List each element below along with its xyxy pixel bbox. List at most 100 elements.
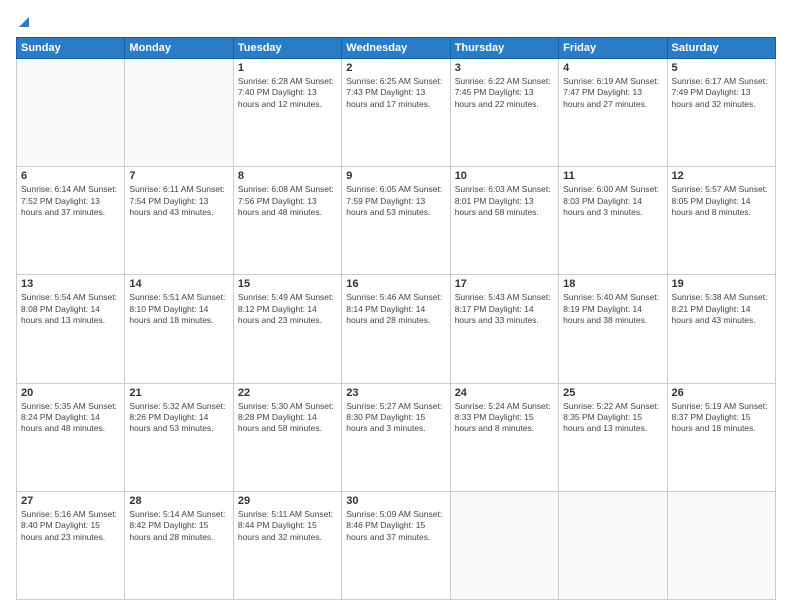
day-number: 23 — [346, 387, 445, 399]
day-number: 10 — [455, 170, 554, 182]
day-number: 24 — [455, 387, 554, 399]
day-info: Sunrise: 6:22 AM Sunset: 7:45 PM Dayligh… — [455, 76, 554, 110]
calendar-cell: 29 Sunrise: 5:11 AM Sunset: 8:44 PM Dayli… — [233, 491, 341, 599]
day-header-wednesday: Wednesday — [342, 37, 450, 58]
day-info: Sunrise: 5:30 AM Sunset: 8:28 PM Dayligh… — [238, 401, 337, 435]
day-info: Sunrise: 5:24 AM Sunset: 8:33 PM Dayligh… — [455, 401, 554, 435]
calendar-cell — [125, 58, 233, 166]
day-info: Sunrise: 5:57 AM Sunset: 8:05 PM Dayligh… — [672, 184, 771, 218]
day-header-monday: Monday — [125, 37, 233, 58]
day-info: Sunrise: 5:54 AM Sunset: 8:08 PM Dayligh… — [21, 292, 120, 326]
day-number: 21 — [129, 387, 228, 399]
calendar-cell: 19 Sunrise: 5:38 AM Sunset: 8:21 PM Dayli… — [667, 275, 775, 383]
day-info: Sunrise: 5:43 AM Sunset: 8:17 PM Dayligh… — [455, 292, 554, 326]
day-number: 5 — [672, 62, 771, 74]
calendar-cell: 22 Sunrise: 5:30 AM Sunset: 8:28 PM Dayli… — [233, 383, 341, 491]
day-number: 29 — [238, 495, 337, 507]
day-number: 12 — [672, 170, 771, 182]
calendar-cell: 1Sunrise: 6:28 AM Sunset: 7:40 PM Daylig… — [233, 58, 341, 166]
calendar-table: SundayMondayTuesdayWednesdayThursdayFrid… — [16, 37, 776, 600]
day-number: 2 — [346, 62, 445, 74]
calendar-cell: 10 Sunrise: 6:03 AM Sunset: 8:01 PM Dayli… — [450, 167, 558, 275]
calendar-cell: 18Sunrise: 5:40 AM Sunset: 8:19 PM Dayli… — [559, 275, 667, 383]
day-info: Sunrise: 5:32 AM Sunset: 8:26 PM Dayligh… — [129, 401, 228, 435]
calendar-header-row: SundayMondayTuesdayWednesdayThursdayFrid… — [17, 37, 776, 58]
day-number: 3 — [455, 62, 554, 74]
calendar-cell: 9 Sunrise: 6:05 AM Sunset: 7:59 PM Daylig… — [342, 167, 450, 275]
calendar-cell: 27Sunrise: 5:16 AM Sunset: 8:40 PM Dayli… — [17, 491, 125, 599]
calendar-cell: 28 Sunrise: 5:14 AM Sunset: 8:42 PM Dayli… — [125, 491, 233, 599]
day-number: 28 — [129, 495, 228, 507]
calendar-cell: 4Sunrise: 6:19 AM Sunset: 7:47 PM Daylig… — [559, 58, 667, 166]
day-info: Sunrise: 6:28 AM Sunset: 7:40 PM Dayligh… — [238, 76, 337, 110]
day-info: Sunrise: 6:08 AM Sunset: 7:56 PM Dayligh… — [238, 184, 337, 218]
calendar-cell: 17Sunrise: 5:43 AM Sunset: 8:17 PM Dayli… — [450, 275, 558, 383]
day-number: 8 — [238, 170, 337, 182]
logo-text — [16, 12, 31, 29]
calendar-cell: 12 Sunrise: 5:57 AM Sunset: 8:05 PM Dayli… — [667, 167, 775, 275]
day-info: Sunrise: 6:25 AM Sunset: 7:43 PM Dayligh… — [346, 76, 445, 110]
week-row-1: 6 Sunrise: 6:14 AM Sunset: 7:52 PM Daylig… — [17, 167, 776, 275]
day-info: Sunrise: 6:03 AM Sunset: 8:01 PM Dayligh… — [455, 184, 554, 218]
calendar-cell: 24 Sunrise: 5:24 AM Sunset: 8:33 PM Dayli… — [450, 383, 558, 491]
day-number: 26 — [672, 387, 771, 399]
calendar-cell: 26 Sunrise: 5:19 AM Sunset: 8:37 PM Dayli… — [667, 383, 775, 491]
day-info: Sunrise: 5:19 AM Sunset: 8:37 PM Dayligh… — [672, 401, 771, 435]
day-info: Sunrise: 5:22 AM Sunset: 8:35 PM Dayligh… — [563, 401, 662, 435]
calendar-cell: 13Sunrise: 5:54 AM Sunset: 8:08 PM Dayli… — [17, 275, 125, 383]
day-info: Sunrise: 6:19 AM Sunset: 7:47 PM Dayligh… — [563, 76, 662, 110]
calendar-cell: 15 Sunrise: 5:49 AM Sunset: 8:12 PM Dayli… — [233, 275, 341, 383]
day-number: 16 — [346, 278, 445, 290]
day-info: Sunrise: 5:09 AM Sunset: 8:46 PM Dayligh… — [346, 509, 445, 543]
calendar-cell: 8 Sunrise: 6:08 AM Sunset: 7:56 PM Daylig… — [233, 167, 341, 275]
day-info: Sunrise: 5:11 AM Sunset: 8:44 PM Dayligh… — [238, 509, 337, 543]
day-info: Sunrise: 5:51 AM Sunset: 8:10 PM Dayligh… — [129, 292, 228, 326]
day-info: Sunrise: 5:46 AM Sunset: 8:14 PM Dayligh… — [346, 292, 445, 326]
day-info: Sunrise: 5:14 AM Sunset: 8:42 PM Dayligh… — [129, 509, 228, 543]
day-number: 7 — [129, 170, 228, 182]
day-header-sunday: Sunday — [17, 37, 125, 58]
calendar-cell: 16 Sunrise: 5:46 AM Sunset: 8:14 PM Dayli… — [342, 275, 450, 383]
day-number: 15 — [238, 278, 337, 290]
week-row-3: 20 Sunrise: 5:35 AM Sunset: 8:24 PM Dayli… — [17, 383, 776, 491]
calendar-cell — [17, 58, 125, 166]
day-info: Sunrise: 6:14 AM Sunset: 7:52 PM Dayligh… — [21, 184, 120, 218]
logo — [16, 12, 31, 29]
week-row-0: 1Sunrise: 6:28 AM Sunset: 7:40 PM Daylig… — [17, 58, 776, 166]
logo-triangle-icon — [17, 15, 31, 29]
day-header-friday: Friday — [559, 37, 667, 58]
calendar-cell: 20 Sunrise: 5:35 AM Sunset: 8:24 PM Dayli… — [17, 383, 125, 491]
day-info: Sunrise: 5:35 AM Sunset: 8:24 PM Dayligh… — [21, 401, 120, 435]
day-info: Sunrise: 6:11 AM Sunset: 7:54 PM Dayligh… — [129, 184, 228, 218]
day-info: Sunrise: 5:40 AM Sunset: 8:19 PM Dayligh… — [563, 292, 662, 326]
calendar-cell: 11 Sunrise: 6:00 AM Sunset: 8:03 PM Dayli… — [559, 167, 667, 275]
calendar-cell: 30 Sunrise: 5:09 AM Sunset: 8:46 PM Dayli… — [342, 491, 450, 599]
calendar-cell: 23 Sunrise: 5:27 AM Sunset: 8:30 PM Dayli… — [342, 383, 450, 491]
week-row-4: 27Sunrise: 5:16 AM Sunset: 8:40 PM Dayli… — [17, 491, 776, 599]
day-info: Sunrise: 5:27 AM Sunset: 8:30 PM Dayligh… — [346, 401, 445, 435]
day-number: 20 — [21, 387, 120, 399]
day-info: Sunrise: 5:49 AM Sunset: 8:12 PM Dayligh… — [238, 292, 337, 326]
calendar-cell: 5 Sunrise: 6:17 AM Sunset: 7:49 PM Daylig… — [667, 58, 775, 166]
day-info: Sunrise: 6:17 AM Sunset: 7:49 PM Dayligh… — [672, 76, 771, 110]
page: SundayMondayTuesdayWednesdayThursdayFrid… — [0, 0, 792, 612]
day-number: 25 — [563, 387, 662, 399]
day-number: 6 — [21, 170, 120, 182]
day-number: 14 — [129, 278, 228, 290]
day-info: Sunrise: 5:38 AM Sunset: 8:21 PM Dayligh… — [672, 292, 771, 326]
day-number: 19 — [672, 278, 771, 290]
day-number: 22 — [238, 387, 337, 399]
day-number: 30 — [346, 495, 445, 507]
calendar-cell: 3 Sunrise: 6:22 AM Sunset: 7:45 PM Daylig… — [450, 58, 558, 166]
day-info: Sunrise: 5:16 AM Sunset: 8:40 PM Dayligh… — [21, 509, 120, 543]
day-number: 11 — [563, 170, 662, 182]
day-number: 9 — [346, 170, 445, 182]
header — [16, 12, 776, 29]
week-row-2: 13Sunrise: 5:54 AM Sunset: 8:08 PM Dayli… — [17, 275, 776, 383]
day-info: Sunrise: 6:05 AM Sunset: 7:59 PM Dayligh… — [346, 184, 445, 218]
calendar-cell — [450, 491, 558, 599]
calendar-cell — [559, 491, 667, 599]
day-info: Sunrise: 6:00 AM Sunset: 8:03 PM Dayligh… — [563, 184, 662, 218]
day-header-tuesday: Tuesday — [233, 37, 341, 58]
day-header-thursday: Thursday — [450, 37, 558, 58]
